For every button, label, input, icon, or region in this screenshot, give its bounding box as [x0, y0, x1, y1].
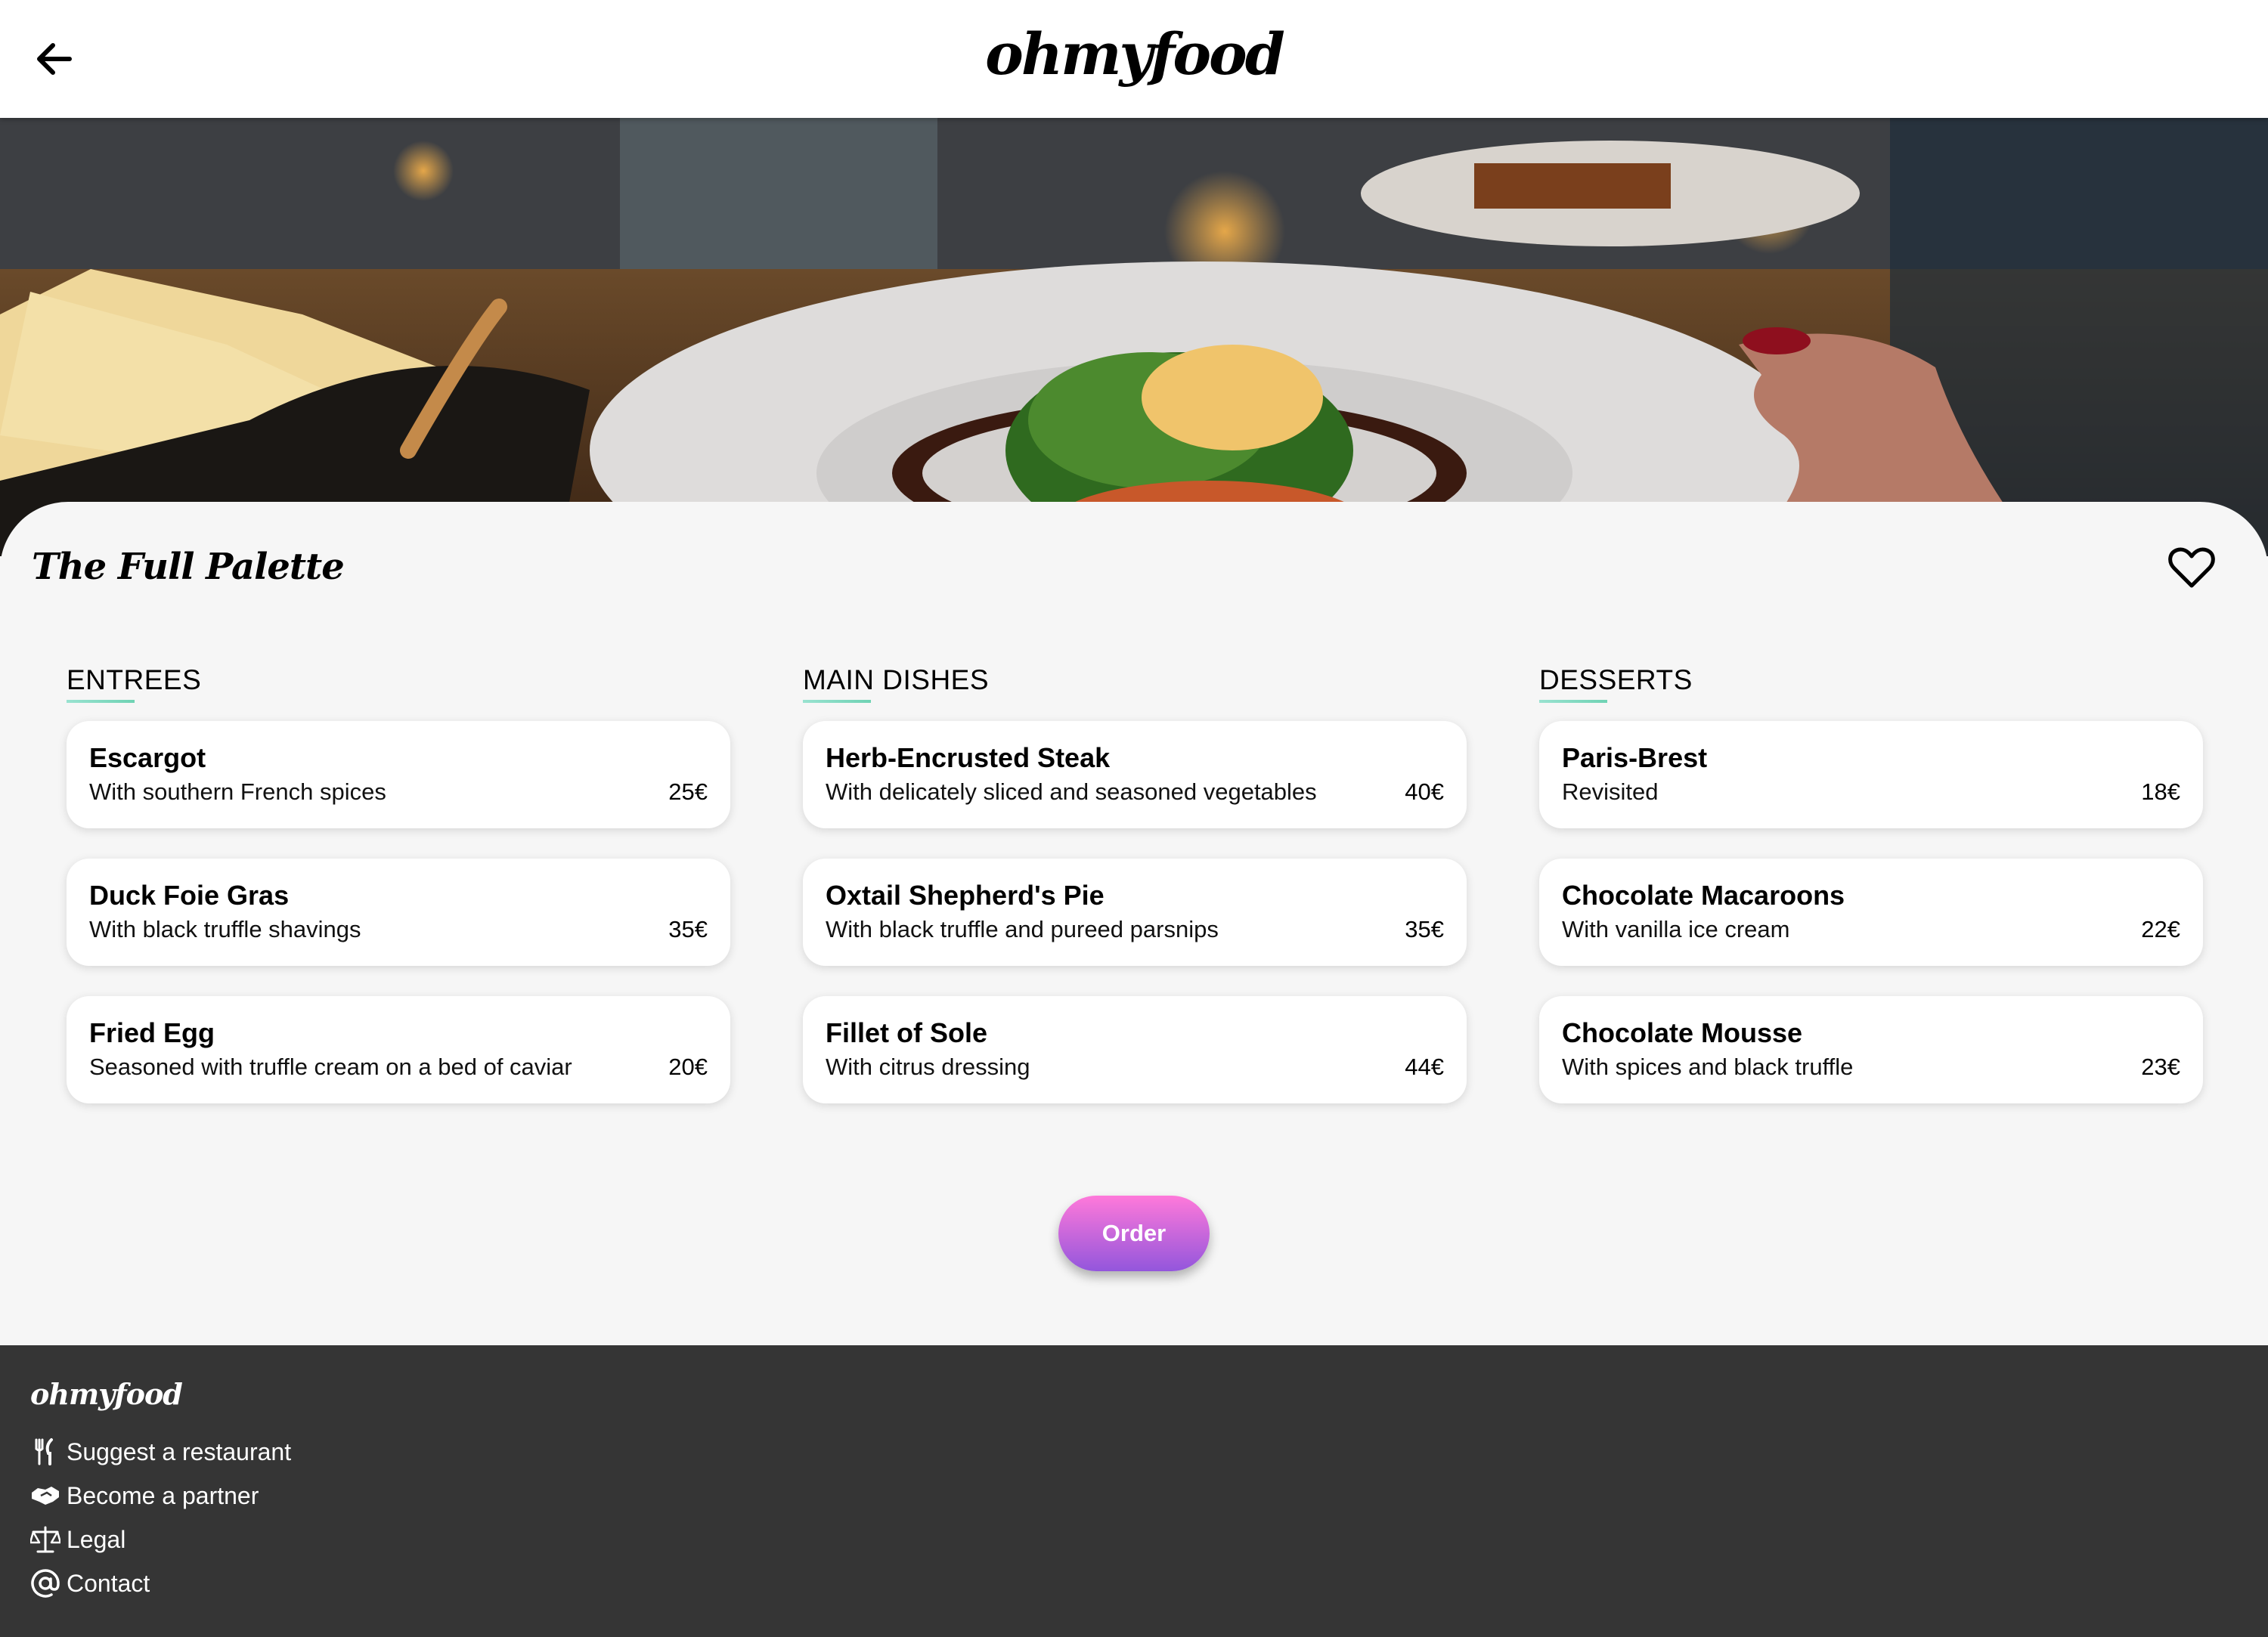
dish-description: With black truffle and pureed parsnips [826, 916, 1219, 942]
dish-description: Seasoned with truffle cream on a bed of … [89, 1054, 572, 1080]
dish-description: Revisited [1562, 778, 1659, 805]
footer-link-label: Contact [67, 1569, 150, 1597]
scale-icon [30, 1524, 60, 1555]
menu-section-desserts: DESSERTS Paris-Brest Revisited 18€ Choco… [1539, 664, 2203, 1103]
dish-price: 23€ [2141, 1054, 2180, 1080]
site-header: ohmyfood [0, 0, 2268, 118]
dish-list: Herb-Encrusted Steak With delicately sli… [803, 721, 1467, 1103]
dish-description: With spices and black truffle [1562, 1054, 1854, 1080]
dish-card[interactable]: Paris-Brest Revisited 18€ [1539, 721, 2203, 828]
footer-link-legal[interactable]: Legal [30, 1521, 125, 1558]
dish-price: 35€ [668, 916, 708, 942]
dish-price: 35€ [1405, 916, 1444, 942]
utensils-icon [30, 1437, 60, 1467]
footer-logo[interactable]: ohmyfood [30, 1377, 183, 1411]
dish-card[interactable]: Oxtail Shepherd's Pie With black truffle… [803, 859, 1467, 966]
menu-section-entrees: ENTREES Escargot With southern French sp… [67, 664, 730, 1103]
brand-logo[interactable]: ohmyfood [0, 17, 2268, 92]
dish-price: 22€ [2141, 916, 2180, 942]
restaurant-menu: The Full Palette ENTREES Escargot With s… [0, 502, 2268, 1345]
hero-image [0, 118, 2268, 556]
restaurant-name: The Full Palette [32, 546, 345, 588]
dish-card[interactable]: Fillet of Sole With citrus dressing 44€ [803, 996, 1467, 1103]
dish-card[interactable]: Herb-Encrusted Steak With delicately sli… [803, 721, 1467, 828]
dish-price: 20€ [668, 1054, 708, 1080]
handshake-icon [30, 1481, 60, 1511]
dish-price: 44€ [1405, 1054, 1444, 1080]
dish-price: 40€ [1405, 778, 1444, 805]
menu-section-main-dishes: MAIN DISHES Herb-Encrusted Steak With de… [803, 664, 1467, 1103]
dish-card[interactable]: Fried Egg Seasoned with truffle cream on… [67, 996, 730, 1103]
dish-name: Oxtail Shepherd's Pie [826, 880, 1105, 911]
dish-name: Duck Foie Gras [89, 880, 290, 911]
dish-name: Escargot [89, 742, 206, 773]
dish-price: 25€ [668, 778, 708, 805]
dish-description: With southern French spices [89, 778, 386, 805]
footer-link-become-partner[interactable]: Become a partner [30, 1477, 259, 1515]
dish-name: Fried Egg [89, 1017, 215, 1048]
dish-name: Chocolate Macaroons [1562, 880, 1845, 911]
dish-description: With citrus dressing [826, 1054, 1030, 1080]
section-title: DESSERTS [1539, 664, 2203, 706]
section-title: MAIN DISHES [803, 664, 1467, 706]
dish-card[interactable]: Chocolate Macaroons With vanilla ice cre… [1539, 859, 2203, 966]
dish-name: Fillet of Sole [826, 1017, 988, 1048]
dish-description: With black truffle shavings [89, 916, 361, 942]
heart-outline-icon [2168, 547, 2215, 588]
site-footer: ohmyfood Suggest a restaurant Become a p… [0, 1345, 2268, 1637]
section-title: ENTREES [67, 664, 730, 706]
dish-name: Herb-Encrusted Steak [826, 742, 1111, 773]
favorite-button[interactable] [2168, 547, 2215, 590]
dish-list: Escargot With southern French spices 25€… [67, 721, 730, 1103]
order-button[interactable]: Order [1058, 1196, 1210, 1271]
footer-link-contact[interactable]: Contact [30, 1564, 150, 1602]
dish-description: With vanilla ice cream [1562, 916, 1790, 942]
dish-list: Paris-Brest Revisited 18€ Chocolate Maca… [1539, 721, 2203, 1103]
dish-card[interactable]: Escargot With southern French spices 25€ [67, 721, 730, 828]
footer-link-label: Become a partner [67, 1481, 259, 1509]
dish-name: Chocolate Mousse [1562, 1017, 1803, 1048]
at-sign-icon [30, 1568, 60, 1598]
dish-card[interactable]: Chocolate Mousse With spices and black t… [1539, 996, 2203, 1103]
dish-card[interactable]: Duck Foie Gras With black truffle shavin… [67, 859, 730, 966]
footer-link-suggest-restaurant[interactable]: Suggest a restaurant [30, 1433, 291, 1471]
footer-link-label: Legal [67, 1525, 126, 1553]
footer-link-label: Suggest a restaurant [67, 1437, 292, 1465]
dish-name: Paris-Brest [1562, 742, 1708, 773]
dish-price: 18€ [2141, 778, 2180, 805]
dish-description: With delicately sliced and seasoned vege… [826, 778, 1317, 805]
